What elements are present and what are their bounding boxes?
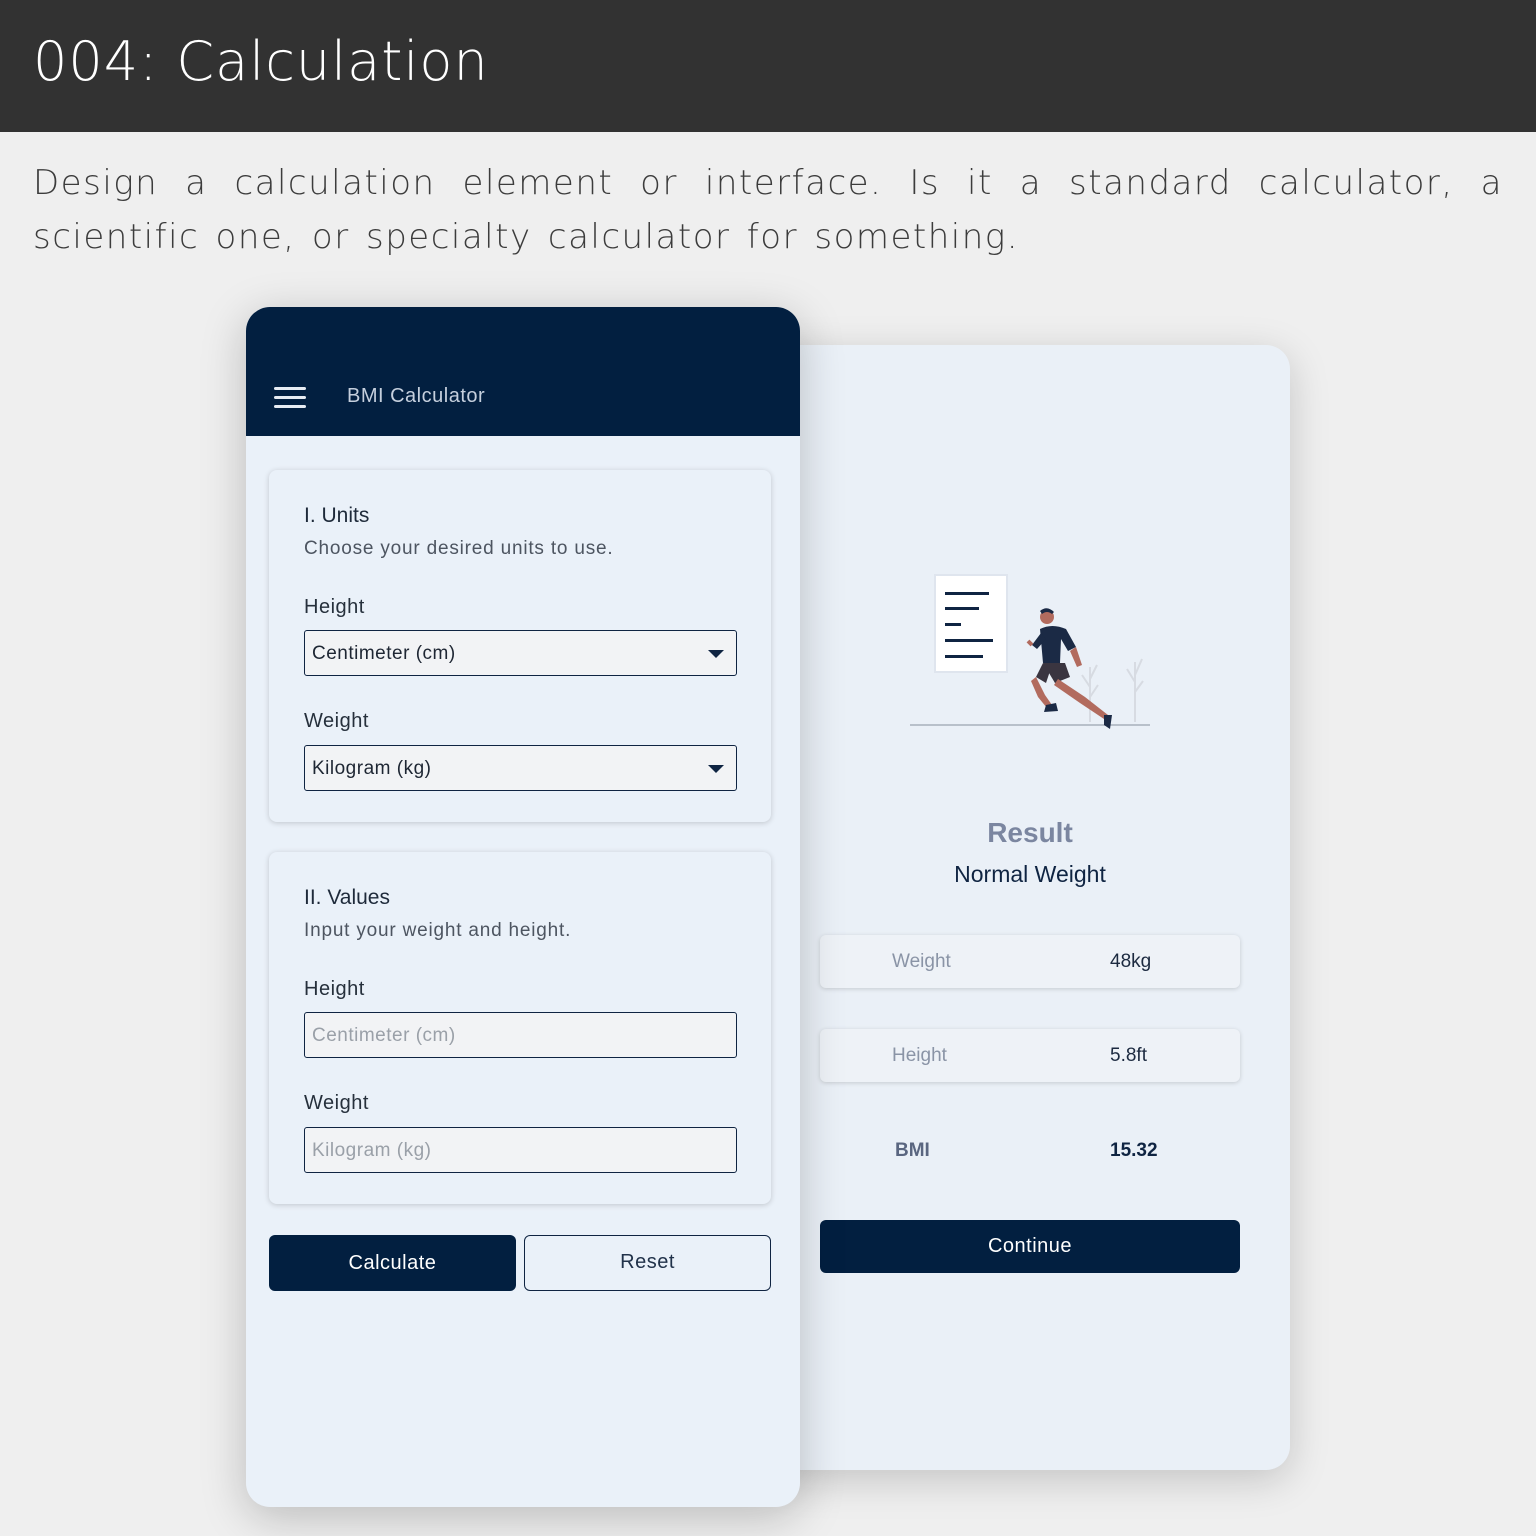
app-title: BMI Calculator: [347, 385, 486, 407]
result-screen: Result Normal Weight Weight 48kg Height …: [770, 345, 1290, 1470]
menu-icon[interactable]: [274, 387, 306, 409]
app-bar: BMI Calculator: [246, 307, 800, 436]
height-input[interactable]: Centimeter (cm): [304, 1012, 737, 1058]
result-row-value: 48kg: [1110, 951, 1152, 972]
result-row-weight: Weight 48kg: [820, 935, 1240, 988]
units-card: I. Units Choose your desired units to us…: [269, 470, 771, 822]
result-row-value: 5.8ft: [1110, 1045, 1147, 1066]
weight-unit-value: Kilogram (kg): [312, 758, 432, 779]
height-unit-select[interactable]: Centimeter (cm): [304, 630, 737, 676]
values-card-title: II. Values: [304, 886, 390, 909]
values-card-subtitle: Input your weight and height.: [304, 920, 572, 941]
bmi-label: BMI: [895, 1140, 930, 1161]
height-input-placeholder: Centimeter (cm): [312, 1025, 456, 1046]
weight-unit-label: Weight: [304, 710, 369, 732]
page-title: 004: Calculation: [33, 30, 489, 93]
result-title: Result: [987, 817, 1073, 848]
calculate-button[interactable]: Calculate: [269, 1235, 516, 1291]
page-description: Design a calculation element or interfac…: [33, 163, 1503, 257]
units-card-subtitle: Choose your desired units to use.: [304, 538, 614, 559]
top-header-bar: 004: Calculation: [0, 0, 1536, 132]
weight-unit-select[interactable]: Kilogram (kg): [304, 745, 737, 791]
result-row-height: Height 5.8ft: [820, 1029, 1240, 1082]
chevron-down-icon: [708, 650, 724, 658]
weight-input-label: Weight: [304, 1092, 369, 1114]
bmi-value: 15.32: [1110, 1140, 1158, 1161]
result-status: Normal Weight: [954, 861, 1106, 887]
weight-input-placeholder: Kilogram (kg): [312, 1140, 432, 1161]
runner-illustration: [910, 574, 1150, 729]
continue-button[interactable]: Continue: [820, 1220, 1240, 1273]
height-unit-label: Height: [304, 596, 365, 618]
bmi-form-screen: BMI Calculator I. Units Choose your desi…: [246, 307, 800, 1507]
reset-button[interactable]: Reset: [524, 1235, 771, 1291]
units-card-title: I. Units: [304, 504, 370, 527]
result-row-label: Height: [892, 1045, 947, 1066]
height-unit-value: Centimeter (cm): [312, 643, 456, 664]
weight-input[interactable]: Kilogram (kg): [304, 1127, 737, 1173]
chevron-down-icon: [708, 765, 724, 773]
height-input-label: Height: [304, 978, 365, 1000]
result-row-label: Weight: [892, 951, 951, 972]
values-card: II. Values Input your weight and height.…: [269, 852, 771, 1204]
